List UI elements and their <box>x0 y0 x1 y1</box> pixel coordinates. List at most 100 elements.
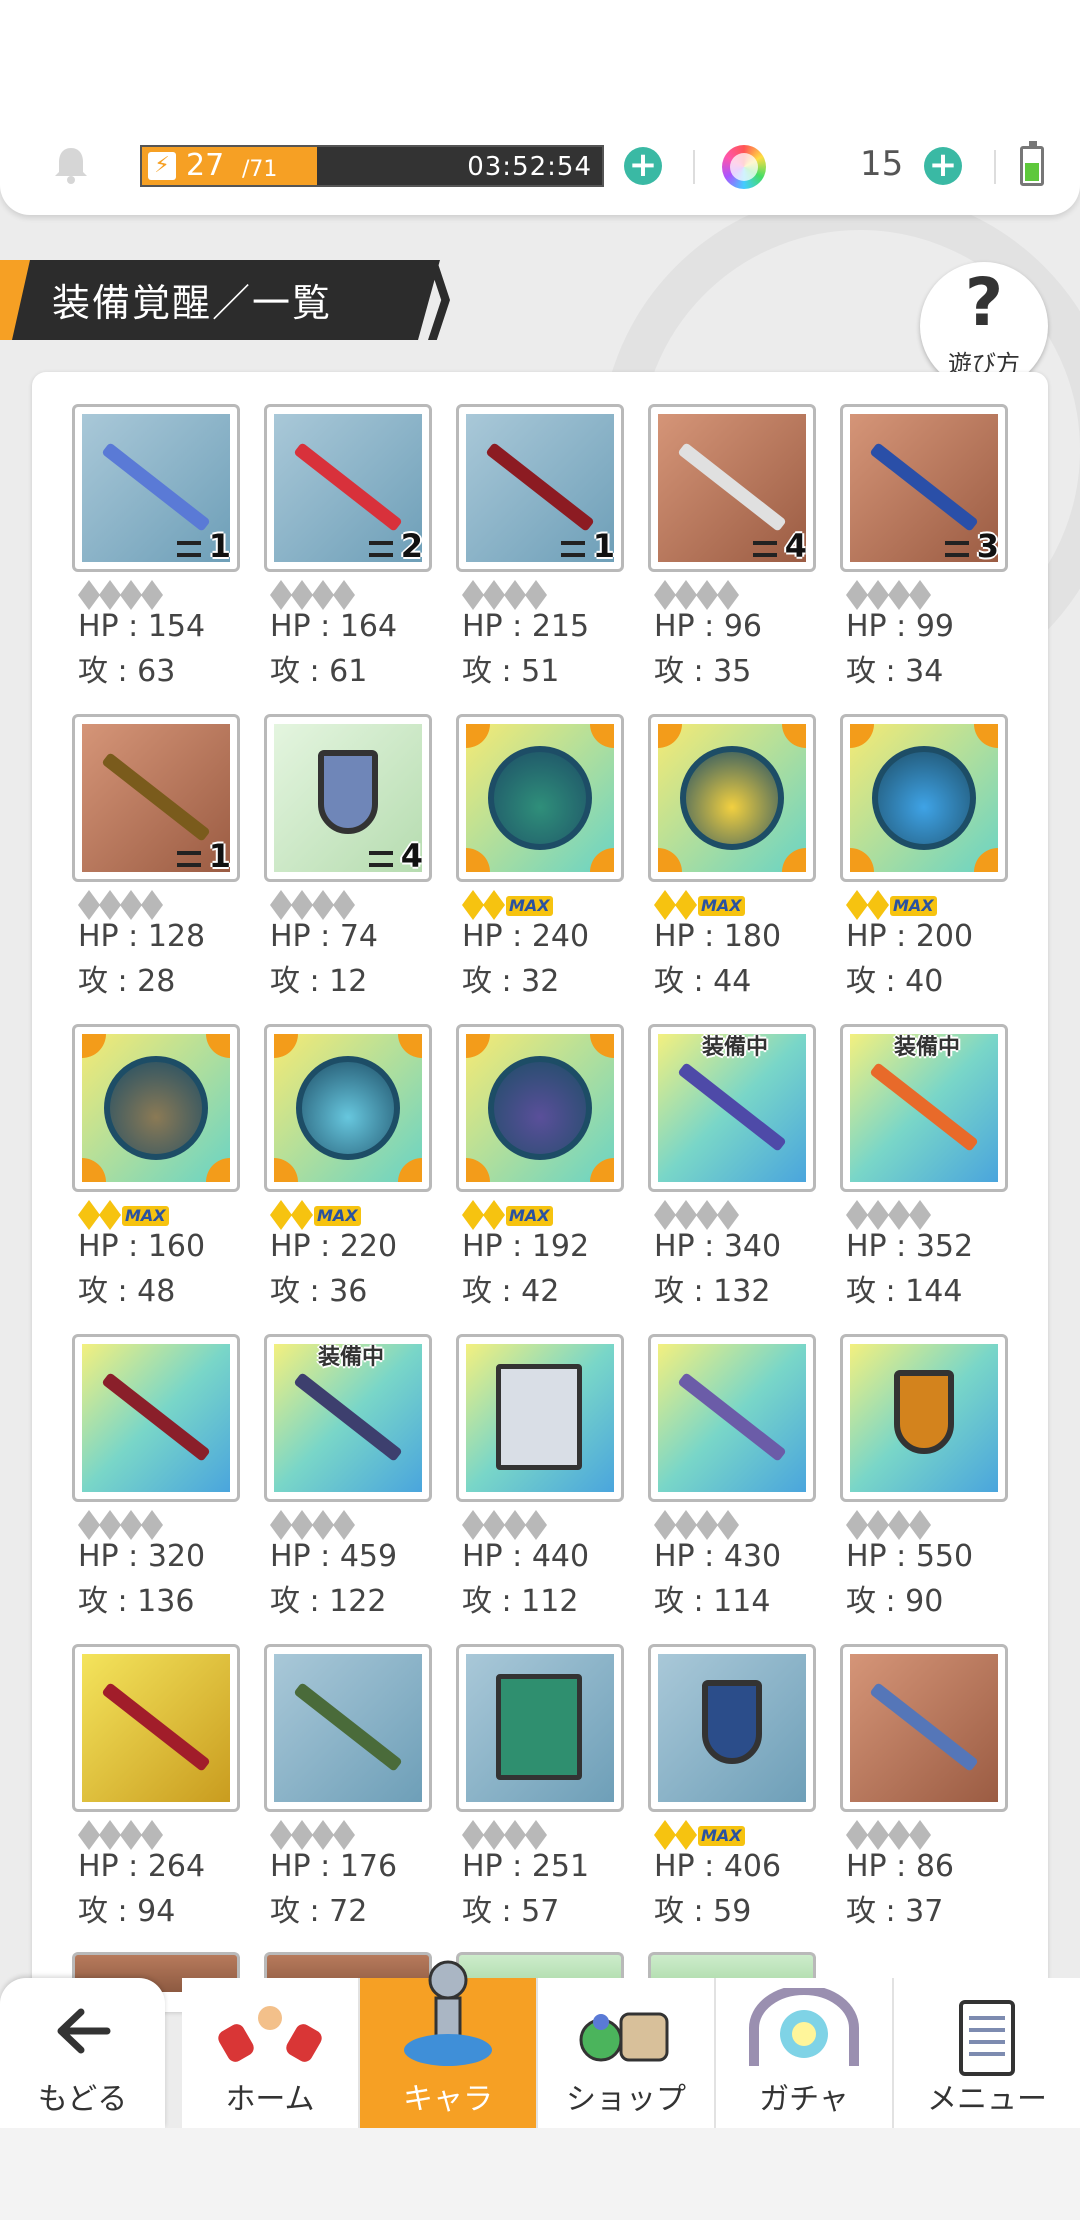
rank-gem-icon <box>291 1510 313 1540</box>
attack-stat: 攻 : 48 <box>78 1274 176 1309</box>
rank-gem-icon <box>312 1510 334 1540</box>
equipment-card[interactable]: MAX HP : 180 攻 : 44 <box>648 714 816 1009</box>
add-gem-button[interactable]: + <box>924 147 962 185</box>
equipment-frame <box>840 1334 1008 1502</box>
rank-gem-icon <box>141 580 163 610</box>
item-count: 1 <box>592 527 615 565</box>
equipment-card[interactable]: 装備中 HP : 459 攻 : 122 <box>264 1334 432 1629</box>
orb-icon <box>104 1056 208 1160</box>
equipment-card[interactable]: HP : 430 攻 : 114 <box>648 1334 816 1629</box>
nav-tab-shop[interactable]: ショップ <box>538 1978 716 2128</box>
equipment-card[interactable]: 1 HP : 128 攻 : 28 <box>72 714 240 1009</box>
arrow-left-icon <box>57 2008 110 2054</box>
equipment-card[interactable]: MAX HP : 220 攻 : 36 <box>264 1024 432 1319</box>
max-badge: MAX <box>698 1826 745 1846</box>
rank-gem-icon <box>675 1510 697 1540</box>
rank-gem-icon <box>888 1200 910 1230</box>
orb-icon <box>296 1056 400 1160</box>
rank-gem-icon <box>867 580 889 610</box>
rank-gem-icon <box>675 1200 697 1230</box>
bell-icon[interactable] <box>50 144 92 186</box>
stack-icon <box>945 541 969 557</box>
item-count: 3 <box>976 527 999 565</box>
nav-label-chara: キャラ <box>403 2082 493 2117</box>
equipment-card[interactable]: MAX HP : 160 攻 : 48 <box>72 1024 240 1319</box>
equipment-card[interactable]: 1 HP : 154 攻 : 63 <box>72 404 240 699</box>
nav-label-shop: ショップ <box>566 2082 686 2117</box>
equipment-card[interactable]: 4 HP : 74 攻 : 12 <box>264 714 432 1009</box>
back-button[interactable]: もどる <box>0 1978 165 2128</box>
equipment-card[interactable]: 4 HP : 96 攻 : 35 <box>648 404 816 699</box>
rank-indicators <box>78 890 163 920</box>
back-label: もどる <box>37 2082 128 2117</box>
equipment-card[interactable]: HP : 86 攻 : 37 <box>840 1644 1008 1939</box>
equipment-card[interactable]: HP : 320 攻 : 136 <box>72 1334 240 1629</box>
rank-gem-icon <box>462 890 484 920</box>
rank-gem-icon <box>483 1820 505 1850</box>
rank-gem-icon <box>99 1200 121 1230</box>
gacha-portal-icon <box>749 1988 859 2066</box>
help-button[interactable]: ? 遊び方 <box>920 262 1048 390</box>
rank-gem-icon <box>483 890 505 920</box>
orb-icon <box>680 746 784 850</box>
nav-tab-gacha[interactable]: ガチャ <box>716 1978 894 2128</box>
stamina-timer: 03:52:54 <box>467 152 592 182</box>
rank-gem-icon <box>312 890 334 920</box>
equipment-card[interactable]: MAX HP : 192 攻 : 42 <box>456 1024 624 1319</box>
equipment-frame <box>840 714 1008 882</box>
rank-gem-icon <box>675 890 697 920</box>
equipment-card[interactable]: MAX HP : 406 攻 : 59 <box>648 1644 816 1939</box>
equipment-card[interactable]: 3 HP : 99 攻 : 34 <box>840 404 1008 699</box>
rank-gem-icon <box>291 890 313 920</box>
weapon-icon <box>101 442 211 532</box>
max-badge: MAX <box>506 896 553 916</box>
attack-stat: 攻 : 59 <box>654 1894 752 1929</box>
equipment-card[interactable]: MAX HP : 240 攻 : 32 <box>456 714 624 1009</box>
equipment-art <box>82 1654 230 1802</box>
stack-icon <box>177 851 201 867</box>
rank-gem-icon <box>99 580 121 610</box>
add-stamina-button[interactable]: + <box>624 147 662 185</box>
equipment-card[interactable]: MAX HP : 200 攻 : 40 <box>840 714 1008 1009</box>
status-header: ⚡ 27 /71 03:52:54 + 15 + <box>0 0 1080 215</box>
equipment-card[interactable]: HP : 550 攻 : 90 <box>840 1334 1008 1629</box>
rank-gem-icon <box>867 1200 889 1230</box>
rank-gem-icon <box>696 580 718 610</box>
attack-stat: 攻 : 94 <box>78 1894 176 1929</box>
hp-stat: HP : 200 <box>846 919 974 954</box>
equipment-card[interactable]: 装備中 HP : 352 攻 : 144 <box>840 1024 1008 1319</box>
rank-gem-icon <box>141 1510 163 1540</box>
attack-stat: 攻 : 122 <box>270 1584 387 1619</box>
rank-gem-icon <box>717 580 739 610</box>
rank-gem-icon <box>717 1510 739 1540</box>
equipment-card[interactable]: HP : 251 攻 : 57 <box>456 1644 624 1939</box>
rank-indicators <box>78 1820 163 1850</box>
equipment-frame: 1 <box>72 404 240 572</box>
equipment-card[interactable]: 1 HP : 215 攻 : 51 <box>456 404 624 699</box>
page-title: 装備覚醒／一覧 <box>52 281 333 325</box>
nav-tab-chara[interactable]: キャラ <box>360 1960 538 2128</box>
rank-gem-icon <box>120 580 142 610</box>
rank-gem-icon <box>270 1820 292 1850</box>
equipment-card[interactable]: HP : 264 攻 : 94 <box>72 1644 240 1939</box>
equipment-card[interactable]: 装備中 HP : 340 攻 : 132 <box>648 1024 816 1319</box>
equipment-art <box>466 1344 614 1492</box>
equipment-frame: 1 <box>456 404 624 572</box>
equipment-art <box>466 1654 614 1802</box>
nav-tab-menu[interactable]: メニュー <box>894 1978 1080 2128</box>
rank-gem-icon <box>141 890 163 920</box>
shield-icon <box>318 750 378 834</box>
rank-gem-icon <box>654 1820 676 1850</box>
equipment-card[interactable]: HP : 176 攻 : 72 <box>264 1644 432 1939</box>
equipment-card[interactable]: HP : 440 攻 : 112 <box>456 1334 624 1629</box>
rank-gem-icon <box>483 1200 505 1230</box>
weapon-icon <box>677 1062 787 1152</box>
equipment-art <box>274 1654 422 1802</box>
hp-stat: HP : 550 <box>846 1539 974 1574</box>
rank-gem-icon <box>654 1510 676 1540</box>
rank-gem-icon <box>867 1820 889 1850</box>
rank-gem-icon <box>525 1820 547 1850</box>
nav-tab-home[interactable]: ホーム <box>182 1978 360 2128</box>
equipment-card[interactable]: 2 HP : 164 攻 : 61 <box>264 404 432 699</box>
equipment-frame <box>72 1334 240 1502</box>
